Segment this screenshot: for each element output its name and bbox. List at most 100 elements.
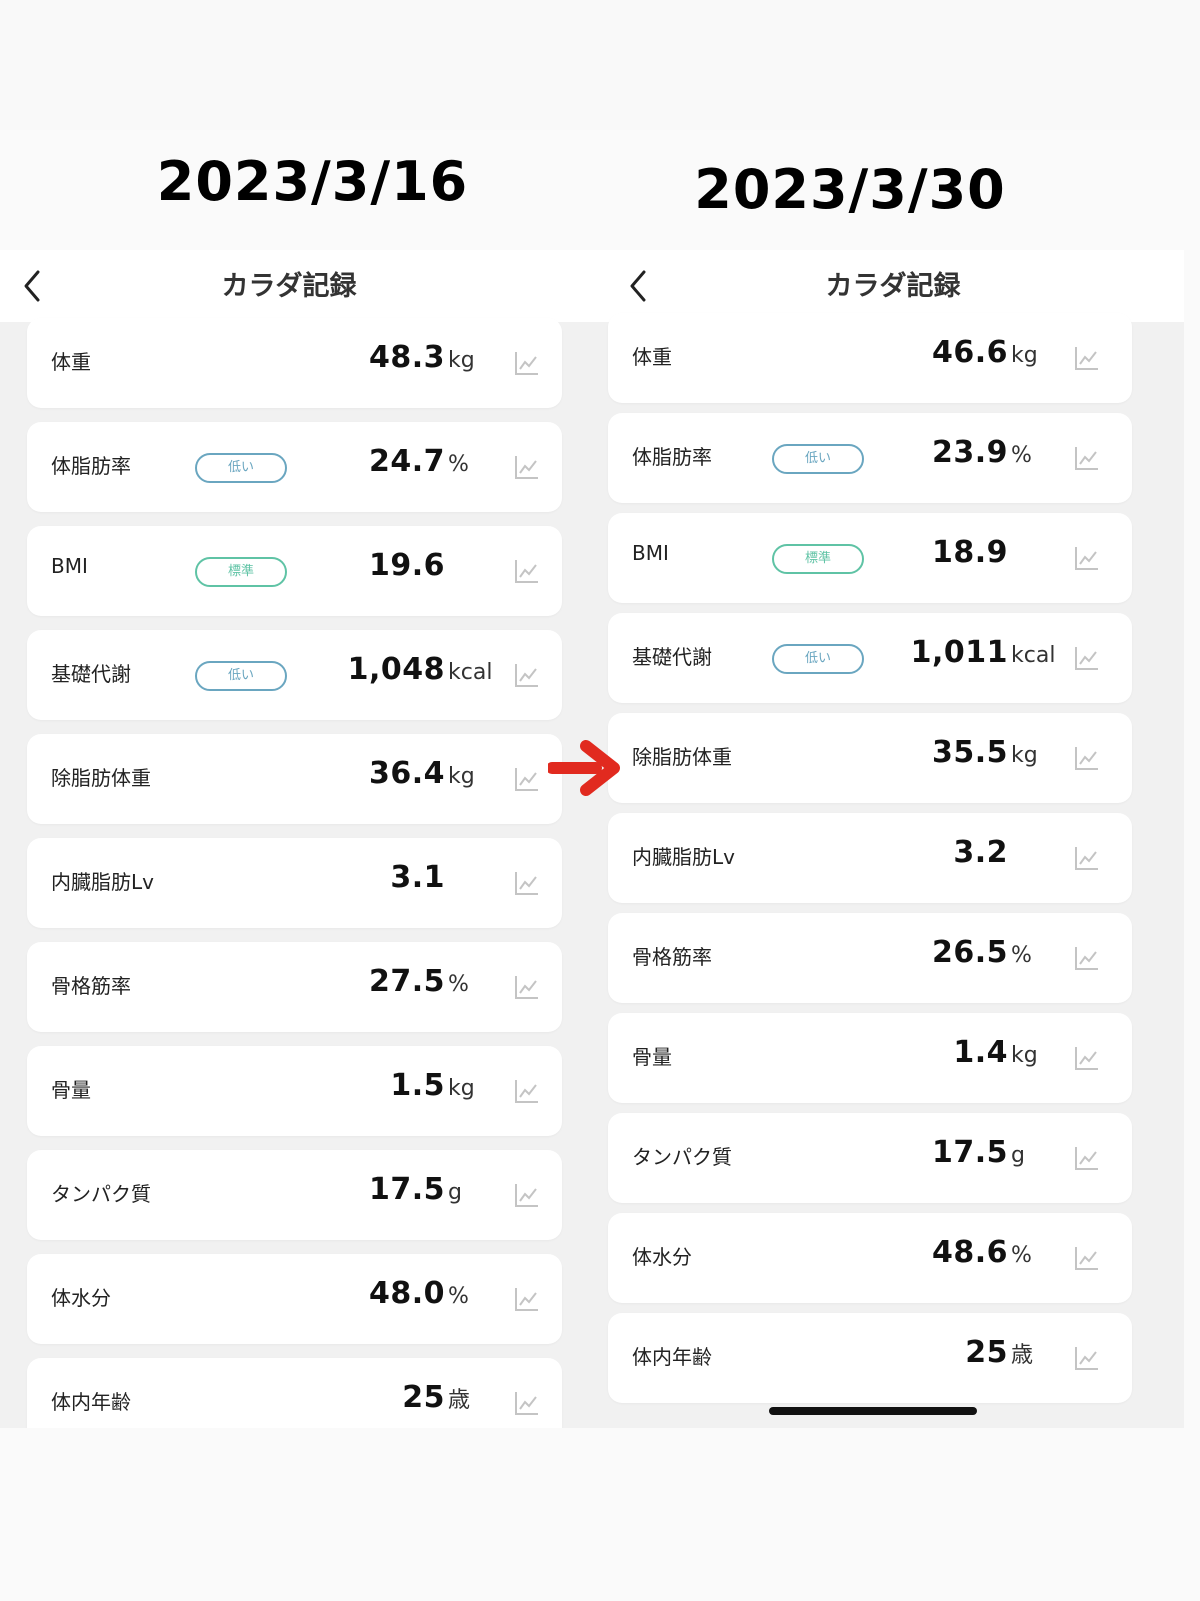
metric-value: 18.9	[932, 535, 1008, 570]
metric-card[interactable]: 基礎代謝 低い 1,011 kcal	[608, 613, 1132, 703]
status-badge: 低い	[195, 453, 287, 483]
metric-label: 基礎代謝	[632, 645, 712, 669]
metric-card[interactable]: 体脂肪率 低い 23.9%	[608, 413, 1132, 503]
metric-card[interactable]: 除脂肪体重 36.4 kg	[27, 734, 562, 824]
metric-number: 48.0	[368, 1276, 445, 1311]
metric-value: 1,048 kcal	[348, 652, 493, 687]
line-chart-icon[interactable]	[514, 454, 540, 480]
metric-value: 48.6%	[932, 1235, 1032, 1270]
metric-value: 36.4 kg	[369, 756, 475, 791]
metric-card[interactable]: 骨量 1.4 kg	[608, 1013, 1132, 1103]
metric-number: 17.5	[368, 1172, 445, 1207]
line-chart-icon[interactable]	[514, 1390, 540, 1416]
metric-card[interactable]: 骨量 1.5 kg	[27, 1046, 562, 1136]
line-chart-icon[interactable]	[1074, 1345, 1100, 1371]
line-chart-icon[interactable]	[1074, 1045, 1100, 1071]
status-badge: 低い	[772, 644, 864, 674]
metric-card[interactable]: BMI 標準 19.6	[27, 526, 562, 616]
metric-number: 36.4	[368, 756, 445, 791]
metric-card[interactable]: 内臓脂肪Lv 3.1	[27, 838, 562, 928]
line-chart-icon[interactable]	[514, 350, 540, 376]
screenshot-panel-right: カラダ記録 体重 46.6 kg 体脂肪率 低い 23.9% BMI 標準 18.9 基礎代謝 低い…	[582, 250, 1184, 1428]
line-chart-icon[interactable]	[514, 662, 540, 688]
metric-unit: kg	[1011, 343, 1038, 368]
metric-value: 3.1	[390, 860, 445, 895]
metric-card[interactable]: 除脂肪体重 35.5 kg	[608, 713, 1132, 803]
metric-number: 25	[402, 1380, 445, 1415]
metric-number: 23.9	[931, 435, 1008, 470]
line-chart-icon[interactable]	[514, 558, 540, 584]
metric-value: 25 歳	[402, 1380, 470, 1415]
metric-unit: %	[1011, 943, 1032, 968]
metric-card[interactable]: 体重 46.6 kg	[608, 313, 1132, 403]
metric-label: 体重	[51, 350, 91, 374]
metric-label: 骨量	[51, 1078, 91, 1102]
metric-label: 体重	[632, 345, 672, 369]
metric-value: 24.7%	[369, 444, 469, 479]
metric-card[interactable]: 体水分 48.0%	[27, 1254, 562, 1344]
metric-card[interactable]: タンパク質 17.5 g	[27, 1150, 562, 1240]
metric-card[interactable]: 体重 48.3 kg	[27, 318, 562, 408]
metric-number: 24.7	[368, 444, 445, 479]
metric-label: BMI	[632, 541, 669, 565]
metric-number: 1.4	[953, 1035, 1008, 1070]
metric-card[interactable]: 骨格筋率 27.5%	[27, 942, 562, 1032]
metric-unit: kg	[448, 348, 475, 373]
metric-unit: g	[448, 1180, 462, 1205]
metric-card[interactable]: タンパク質 17.5 g	[608, 1113, 1132, 1203]
line-chart-icon[interactable]	[514, 974, 540, 1000]
date-title-left: 2023/3/16	[156, 150, 469, 213]
red-arrow-icon	[548, 740, 620, 796]
metric-number: 18.9	[931, 535, 1008, 570]
line-chart-icon[interactable]	[1074, 345, 1100, 371]
metric-value: 17.5 g	[932, 1135, 1025, 1170]
metric-label: 基礎代謝	[51, 662, 131, 686]
metric-label: 骨量	[632, 1045, 672, 1069]
status-badge: 低い	[195, 661, 287, 691]
line-chart-icon[interactable]	[514, 1182, 540, 1208]
metric-card[interactable]: 内臓脂肪Lv 3.2	[608, 813, 1132, 903]
line-chart-icon[interactable]	[514, 1286, 540, 1312]
line-chart-icon[interactable]	[1074, 845, 1100, 871]
metric-card[interactable]: 骨格筋率 26.5%	[608, 913, 1132, 1003]
metric-card[interactable]: 体内年齢 25 歳	[608, 1313, 1132, 1403]
metric-card[interactable]: 体内年齢 25 歳	[27, 1358, 562, 1428]
metric-value: 48.0%	[369, 1276, 469, 1311]
line-chart-icon[interactable]	[1074, 645, 1100, 671]
metric-value: 3.2	[953, 835, 1008, 870]
line-chart-icon[interactable]	[514, 766, 540, 792]
metric-number: 19.6	[368, 548, 445, 583]
metric-unit: kcal	[448, 660, 493, 685]
line-chart-icon[interactable]	[1074, 545, 1100, 571]
metric-number: 1,048	[347, 652, 445, 687]
metric-card[interactable]: 体脂肪率 低い 24.7%	[27, 422, 562, 512]
status-badge: 標準	[772, 544, 864, 574]
metric-unit: 歳	[1011, 1343, 1034, 1368]
date-title-right: 2023/3/30	[694, 158, 1006, 221]
line-chart-icon[interactable]	[1074, 745, 1100, 771]
metric-card[interactable]: 体水分 48.6%	[608, 1213, 1132, 1303]
metric-value: 48.3 kg	[369, 340, 475, 375]
line-chart-icon[interactable]	[1074, 1245, 1100, 1271]
metric-unit: %	[448, 1284, 469, 1309]
line-chart-icon[interactable]	[1074, 445, 1100, 471]
metric-unit: kg	[1011, 743, 1038, 768]
status-badge: 標準	[195, 557, 287, 587]
metric-number: 48.6	[931, 1235, 1008, 1270]
line-chart-icon[interactable]	[1074, 945, 1100, 971]
metric-label: 体脂肪率	[51, 454, 131, 478]
metric-number: 17.5	[931, 1135, 1008, 1170]
metric-label: 除脂肪体重	[51, 766, 151, 790]
line-chart-icon[interactable]	[514, 1078, 540, 1104]
metric-value: 27.5%	[369, 964, 469, 999]
metric-label: 体内年齢	[632, 1345, 712, 1369]
navbar: カラダ記録	[582, 250, 1184, 322]
metric-value: 19.6	[369, 548, 445, 583]
metric-card[interactable]: 基礎代謝 低い 1,048 kcal	[27, 630, 562, 720]
line-chart-icon[interactable]	[514, 870, 540, 896]
metric-label: 内臓脂肪Lv	[51, 870, 154, 894]
screenshot-panel-left: カラダ記録 体重 48.3 kg 体脂肪率 低い 24.7% BMI 標準 19.6 基礎代謝 低い…	[0, 250, 582, 1428]
metric-unit: %	[448, 452, 469, 477]
line-chart-icon[interactable]	[1074, 1145, 1100, 1171]
metric-card[interactable]: BMI 標準 18.9	[608, 513, 1132, 603]
